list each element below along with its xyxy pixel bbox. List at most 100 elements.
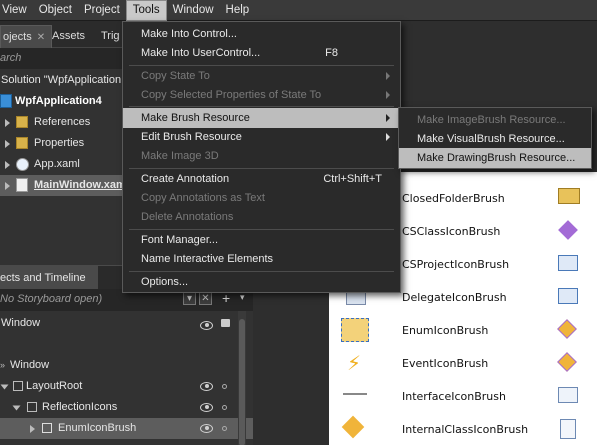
scrollbar-thumb[interactable] [239, 319, 245, 445]
menu-object[interactable]: Object [33, 0, 78, 21]
tree-item-label: EnumIconBrush [58, 422, 137, 434]
delegate-preview-icon [558, 288, 578, 304]
internal-class-icon [341, 415, 365, 439]
tab-objects-timeline[interactable]: ects and Timeline [0, 266, 98, 290]
menu-item-label: Make Into UserControl... [141, 47, 261, 59]
menu-item-label: Copy Selected Properties of State To [141, 89, 322, 101]
menu-item-label: Make ImageBrush Resource... [417, 114, 566, 126]
menu-item-label: Make DrawingBrush Resource... [417, 152, 576, 164]
storyboard-picker[interactable]: No Storyboard open) [0, 293, 102, 305]
submenu-arrow-icon [386, 91, 390, 99]
expand-arrow-icon[interactable]: » [0, 355, 5, 376]
menu-item-label: Font Manager... [141, 234, 219, 246]
menu-window[interactable]: Window [167, 0, 220, 21]
expand-arrow-icon[interactable] [30, 425, 35, 433]
grid-icon [13, 381, 23, 391]
expand-arrow-icon[interactable] [5, 182, 10, 190]
menu-item-make-brush-resource[interactable]: Make Brush Resource [123, 108, 400, 128]
expand-arrow-icon[interactable] [12, 405, 21, 411]
xaml-file-icon [16, 158, 29, 171]
menu-item-make-into-control[interactable]: Make Into Control... [123, 24, 400, 44]
menu-item-copy-state-to: Copy State To [123, 66, 400, 86]
menu-item-edit-brush-resource[interactable]: Edit Brush Resource [123, 127, 400, 147]
tree-item-label: LayoutRoot [26, 380, 83, 392]
expand-arrow-icon[interactable] [5, 161, 10, 169]
lock-toggle-icon[interactable] [222, 426, 227, 431]
menu-item-create-annotation[interactable]: Create Annotation Ctrl+Shift+T [123, 169, 400, 189]
tree-item-window[interactable]: » Window [0, 355, 253, 376]
folder-icon [16, 137, 28, 149]
expand-arrow-icon[interactable] [0, 384, 9, 390]
menu-tools[interactable]: Tools [125, 0, 167, 21]
lock-toggle-icon[interactable] [222, 405, 227, 410]
close-storyboard-icon[interactable]: ✕ [199, 292, 212, 305]
tab-assets[interactable]: Assets [46, 25, 91, 48]
tree-item-layoutroot[interactable]: LayoutRoot [0, 376, 253, 397]
event-icon: ⚡ [347, 353, 362, 375]
brush-name: InternalClassIconBrush [402, 423, 529, 436]
brush-row[interactable]: InternalClassIconBrush [329, 413, 597, 445]
eye-icon[interactable] [200, 321, 213, 330]
search-input[interactable]: arch [0, 52, 21, 64]
close-icon[interactable]: ✕ [37, 32, 45, 43]
eye-icon[interactable] [200, 382, 213, 391]
project-icon [0, 94, 12, 108]
menu-bar: View Object Project Tools Window Help [0, 0, 597, 21]
cs-class-icon [558, 220, 578, 240]
menu-item-name-interactive-elements[interactable]: Name Interactive Elements [123, 249, 400, 269]
tab-projects[interactable]: ojects ✕ [0, 25, 53, 48]
tree-item-reflectionicons[interactable]: ReflectionIcons [0, 397, 253, 418]
submenu-arrow-icon [386, 133, 390, 141]
menu-item-delete-annotations: Delete Annotations [123, 207, 400, 227]
storyboard-menu-icon[interactable]: ▾ [240, 292, 245, 303]
menu-item-shortcut: F8 [325, 47, 338, 59]
tree-item-label: ReflectionIcons [42, 401, 118, 413]
enum-icon [341, 318, 369, 342]
menu-item-label: Edit Brush Resource [141, 131, 242, 143]
menu-item-label: Create Annotation [141, 173, 230, 185]
internal-class-preview-icon [560, 419, 576, 439]
objects-scrollbar[interactable] [238, 311, 246, 445]
brush-submenu: Make ImageBrush Resource... Make VisualB… [398, 107, 592, 169]
expand-arrow-icon[interactable] [5, 140, 10, 148]
lock-toggle-icon[interactable] [222, 384, 227, 389]
brush-row[interactable]: ⚡ EventIconBrush [329, 347, 597, 380]
xaml-file-icon [16, 178, 28, 192]
tree-item-label: Solution "WpfApplication [1, 74, 122, 86]
menu-item-label: Make VisualBrush Resource... [417, 133, 565, 145]
brush-name: ClosedFolderBrush [402, 192, 505, 205]
expand-arrow-icon[interactable] [5, 119, 10, 127]
menu-item-make-image-3d: Make Image 3D [123, 146, 400, 166]
menu-project[interactable]: Project [78, 0, 126, 21]
eye-icon[interactable] [200, 424, 213, 433]
menu-item-label: Name Interactive Elements [141, 253, 274, 265]
menu-item-make-visualbrush[interactable]: Make VisualBrush Resource... [399, 129, 591, 149]
menu-separator [129, 106, 394, 107]
brush-row[interactable]: InterfaceIconBrush [329, 380, 597, 413]
scope-window[interactable]: Window [0, 313, 253, 334]
menu-view[interactable]: View [0, 0, 33, 21]
menu-item-options[interactable]: Options... [123, 272, 400, 292]
menu-item-label: Copy Annotations as Text [141, 192, 265, 204]
menu-item-label: Copy State To [141, 70, 210, 82]
menu-item-font-manager[interactable]: Font Manager... [123, 230, 400, 250]
menu-item-label: Delete Annotations [141, 211, 234, 223]
closed-folder-preview-icon [558, 188, 580, 204]
tree-item-label: Window [10, 359, 50, 371]
tree-item-enumiconbrush[interactable]: EnumIconBrush [0, 418, 253, 439]
lock-icon[interactable] [221, 319, 230, 327]
menu-help[interactable]: Help [220, 0, 256, 21]
brush-row[interactable]: EnumIconBrush [329, 314, 597, 347]
chevron-down-icon[interactable]: ▾ [183, 292, 196, 305]
rectangle-icon [42, 423, 52, 433]
folder-icon [16, 116, 28, 128]
tab-triggers[interactable]: Trig [95, 25, 126, 48]
menu-item-label: Make Image 3D [141, 150, 219, 162]
tools-menu: Make Into Control... Make Into UserContr… [122, 21, 401, 293]
eye-icon[interactable] [200, 403, 213, 412]
menu-item-label: Options... [141, 276, 189, 288]
menu-item-make-drawingbrush[interactable]: Make DrawingBrush Resource... [399, 148, 591, 168]
brush-name: DelegateIconBrush [402, 291, 507, 304]
menu-item-make-into-usercontrol[interactable]: Make Into UserControl... F8 [123, 43, 400, 63]
interface-icon [343, 393, 367, 399]
